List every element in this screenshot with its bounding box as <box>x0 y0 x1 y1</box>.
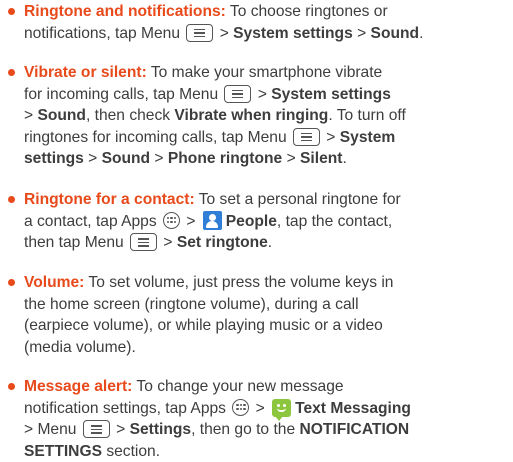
body-text: . <box>267 234 273 252</box>
sound-label: Sound <box>101 150 151 168</box>
item-text: Ringtone and notifications: To choose ri… <box>24 1 511 44</box>
menu-key-icon <box>130 233 158 252</box>
bullet-icon <box>8 383 15 390</box>
body-text: > <box>159 234 177 252</box>
body-text: > <box>83 150 102 168</box>
body-text: . <box>419 24 424 42</box>
item-heading: Ringtone and notifications: <box>24 3 226 20</box>
phone-ringtone-label: Phone ringtone <box>167 150 283 168</box>
body-text: notifications, tap Menu <box>24 24 185 42</box>
people-label: People <box>225 212 277 230</box>
item-text: Volume: To set volume, just press the vo… <box>24 272 511 358</box>
body-text: then tap Menu <box>24 234 129 252</box>
sound-label: Sound <box>370 24 420 42</box>
apps-key-icon <box>232 398 250 416</box>
settings-label: settings <box>24 150 84 168</box>
menu-key-icon <box>82 420 110 439</box>
body-text: , then go to the <box>191 421 300 439</box>
body-text: > <box>111 421 130 439</box>
bullet-icon <box>8 8 15 15</box>
body-text: > Menu <box>24 421 81 439</box>
body-text: To make your smartphone vibrate <box>146 64 383 81</box>
body-text: notification settings, tap Apps <box>24 399 231 417</box>
body-text: > <box>253 85 272 103</box>
body-text: To change your new message <box>132 378 344 395</box>
menu-key-icon <box>186 23 214 42</box>
item-heading: Message alert: <box>24 378 133 395</box>
system-label: System <box>339 128 396 146</box>
settings-caps-label: SETTINGS <box>24 442 102 460</box>
body-text: for incoming calls, tap Menu <box>24 85 223 103</box>
system-settings-label: System settings <box>271 85 391 103</box>
body-text: , tap the contact, <box>276 212 393 230</box>
text-messaging-label: Text Messaging <box>295 399 411 417</box>
silent-label: Silent <box>300 150 343 168</box>
vibrate-when-ringing-label: Vibrate when ringing <box>174 107 329 125</box>
text-messaging-app-icon <box>272 398 292 421</box>
body-text: To set a personal ringtone for <box>194 191 401 208</box>
body-text: > <box>352 24 371 42</box>
sound-label: Sound <box>37 107 86 125</box>
body-text: the home screen (ringtone volume), durin… <box>24 295 359 313</box>
item-heading: Volume: <box>24 274 85 291</box>
body-text: a contact, tap Apps <box>24 212 161 230</box>
set-ringtone-label: Set ringtone <box>176 234 268 252</box>
notification-label: NOTIFICATION <box>299 421 410 439</box>
body-text: > <box>321 128 340 146</box>
body-text: > <box>215 24 234 42</box>
body-text: To set volume, just press the volume key… <box>84 274 394 291</box>
apps-key-icon <box>162 211 180 229</box>
body-text: > <box>150 150 168 168</box>
body-text: > <box>282 150 301 168</box>
item-text: Ringtone for a contact: To set a persona… <box>24 189 511 254</box>
body-text: > <box>24 107 38 125</box>
bullet-icon <box>8 196 15 203</box>
body-text: > <box>251 399 270 417</box>
body-text: ringtones for incoming calls, tap Menu <box>24 128 291 146</box>
body-text: > <box>181 212 200 230</box>
body-text: . To turn off <box>328 107 406 125</box>
menu-key-icon <box>292 127 320 146</box>
item-heading: Ringtone for a contact: <box>24 191 195 208</box>
bullet-icon <box>8 69 15 76</box>
item-text: Message alert: To change your new messag… <box>24 376 511 462</box>
body-text: To choose ringtones or <box>225 3 388 20</box>
item-text: Vibrate or silent: To make your smartpho… <box>24 62 511 170</box>
body-text: (earpiece volume), or while playing musi… <box>24 317 383 335</box>
system-settings-label: System settings <box>233 24 353 42</box>
body-text: , then check <box>85 107 175 125</box>
bullet-icon <box>8 279 15 286</box>
item-heading: Vibrate or silent: <box>24 64 147 81</box>
menu-key-icon <box>224 84 252 103</box>
help-page: Ringtone and notifications: To choose ri… <box>0 0 513 461</box>
body-text: section. <box>101 442 161 460</box>
settings-label: Settings <box>129 421 192 439</box>
body-text: . <box>342 150 347 168</box>
people-app-icon <box>202 210 222 230</box>
body-text: (media volume). <box>24 338 136 356</box>
